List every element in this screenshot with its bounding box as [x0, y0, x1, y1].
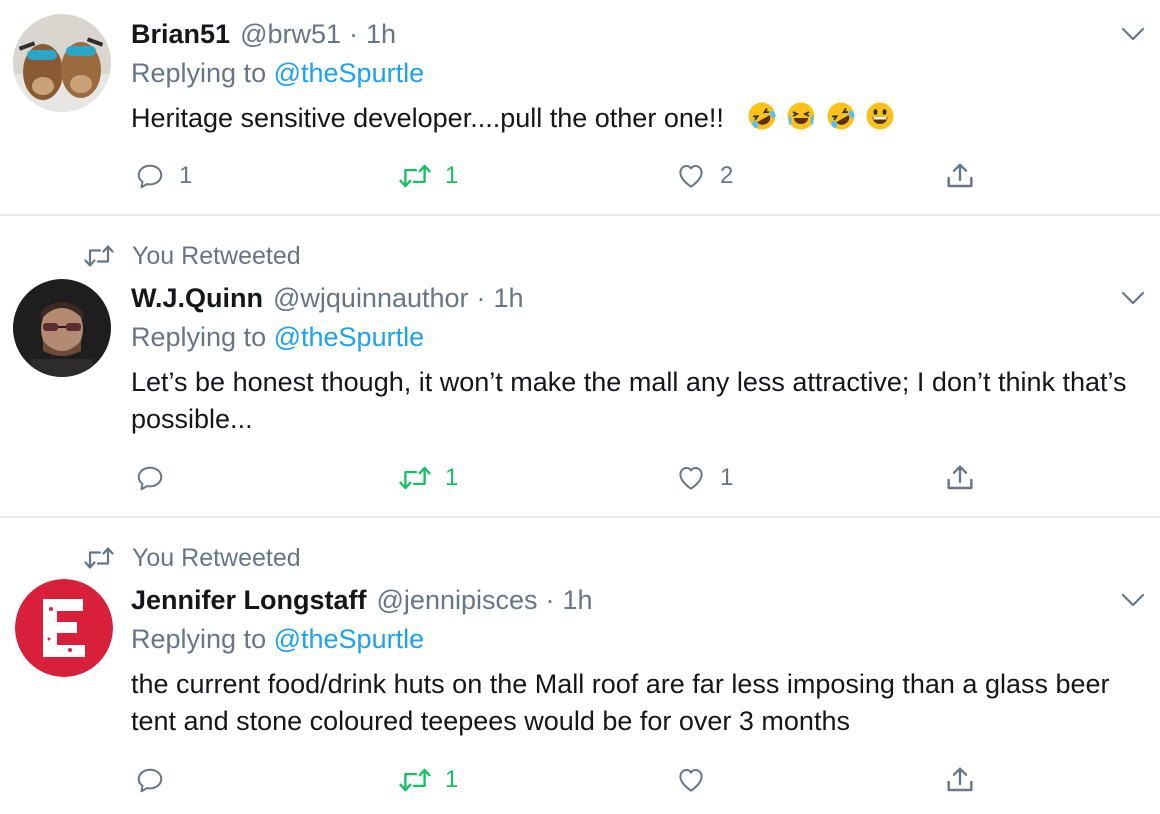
retweet-icon[interactable] — [399, 164, 431, 188]
grinning-face-emoji-icon — [866, 102, 894, 130]
replying-to-mention[interactable]: @theSpurtle — [274, 624, 425, 654]
two-dogs-photo-icon — [13, 14, 111, 112]
rolling-on-floor-laughing-emoji-icon — [827, 102, 855, 130]
tweet-brian51[interactable]: Brian51 @brw51 · 1h Replying to @theSpur… — [0, 0, 1160, 214]
reply-action[interactable] — [135, 461, 179, 495]
tweet-jennifer-longstaff[interactable]: You Retweeted Jennifer Longstaff @jennip… — [0, 518, 1160, 814]
like-count: 2 — [720, 162, 734, 189]
display-name[interactable]: W.J.Quinn — [131, 283, 263, 314]
retweet-context-label: You Retweeted — [132, 543, 301, 572]
replying-to-mention[interactable]: @theSpurtle — [274, 58, 425, 88]
red-letter-e-logo-icon — [15, 579, 113, 677]
loudly-crying-laughing-emoji-icon — [787, 102, 815, 130]
share-icon[interactable] — [944, 764, 976, 796]
retweet-action[interactable]: 1 — [399, 159, 458, 193]
separator-dot: · — [349, 18, 359, 49]
timeline: Brian51 @brw51 · 1h Replying to @theSpur… — [0, 0, 1160, 814]
retweet-context-label: You Retweeted — [132, 241, 301, 270]
retweet-icon — [84, 245, 114, 267]
replying-to-label: Replying to — [131, 624, 267, 654]
separator-dot: · — [545, 584, 555, 615]
retweet-action[interactable]: 1 — [399, 461, 458, 495]
retweet-icon[interactable] — [399, 466, 431, 490]
user-handle[interactable]: @wjquinnauthor — [273, 283, 469, 314]
replying-to-mention[interactable]: @theSpurtle — [274, 322, 425, 352]
reply-count: 1 — [179, 162, 193, 189]
share-icon[interactable] — [944, 462, 976, 494]
avatar[interactable] — [15, 579, 113, 677]
avatar[interactable] — [13, 279, 111, 377]
avatar[interactable] — [13, 14, 111, 112]
man-with-glasses-photo-icon — [13, 279, 111, 377]
reply-icon[interactable] — [135, 765, 165, 795]
tweet-header: Brian51 @brw51 · 1h — [131, 16, 396, 52]
replying-to-line: Replying to @theSpurtle — [131, 58, 424, 94]
reply-icon[interactable] — [135, 161, 165, 191]
reply-action[interactable] — [135, 763, 179, 797]
replying-to-label: Replying to — [131, 58, 267, 88]
reply-action[interactable]: 1 — [135, 159, 192, 193]
tweet-text-body: Let’s be honest though, it won’t make th… — [131, 367, 1127, 434]
like-action[interactable]: 2 — [676, 159, 733, 193]
replying-to-label: Replying to — [131, 322, 267, 352]
heart-icon[interactable] — [676, 765, 706, 795]
retweet-action[interactable]: 1 — [399, 763, 458, 797]
tweet-text-body: the current food/drink huts on the Mall … — [131, 669, 1110, 736]
separator-dot: · — [476, 282, 486, 313]
retweet-count: 1 — [445, 766, 459, 793]
tweet-timestamp[interactable]: 1h — [563, 585, 593, 616]
replying-to-line: Replying to @theSpurtle — [131, 322, 424, 358]
retweet-icon[interactable] — [399, 768, 431, 792]
retweet-context: You Retweeted — [84, 241, 301, 271]
retweet-context: You Retweeted — [84, 543, 301, 573]
tweet-header: Jennifer Longstaff @jennipisces · 1h — [131, 582, 593, 618]
tweet-text: Heritage sensitive developer....pull the… — [131, 100, 1131, 137]
share-action[interactable] — [944, 763, 976, 797]
user-handle[interactable]: @brw51 — [240, 19, 341, 50]
tweet-wjquinn[interactable]: You Retweeted W.J.Quinn @wjquinnauthor ·… — [0, 216, 1160, 516]
tweet-text: the current food/drink huts on the Mall … — [131, 666, 1131, 740]
chevron-down-icon[interactable] — [1120, 26, 1146, 42]
retweet-count: 1 — [445, 464, 459, 491]
display-name[interactable]: Jennifer Longstaff — [131, 585, 367, 616]
share-action[interactable] — [944, 461, 976, 495]
like-action[interactable] — [676, 763, 720, 797]
chevron-down-icon[interactable] — [1120, 290, 1146, 306]
replying-to-line: Replying to @theSpurtle — [131, 624, 424, 660]
retweet-icon — [84, 547, 114, 569]
like-count: 1 — [720, 464, 734, 491]
reply-icon[interactable] — [135, 463, 165, 493]
like-action[interactable]: 1 — [676, 461, 733, 495]
share-action[interactable] — [944, 159, 976, 193]
retweet-count: 1 — [445, 162, 459, 189]
tweet-text: Let’s be honest though, it won’t make th… — [131, 364, 1131, 438]
heart-icon[interactable] — [676, 161, 706, 191]
rolling-on-floor-laughing-emoji-icon — [748, 102, 776, 130]
tweet-text-body: Heritage sensitive developer....pull the… — [131, 103, 724, 133]
display-name[interactable]: Brian51 — [131, 19, 230, 50]
tweet-timestamp[interactable]: 1h — [366, 19, 396, 50]
heart-icon[interactable] — [676, 463, 706, 493]
chevron-down-icon[interactable] — [1120, 592, 1146, 608]
tweet-timestamp[interactable]: 1h — [494, 283, 524, 314]
tweet-header: W.J.Quinn @wjquinnauthor · 1h — [131, 280, 524, 316]
share-icon[interactable] — [944, 160, 976, 192]
user-handle[interactable]: @jennipisces — [377, 585, 538, 616]
